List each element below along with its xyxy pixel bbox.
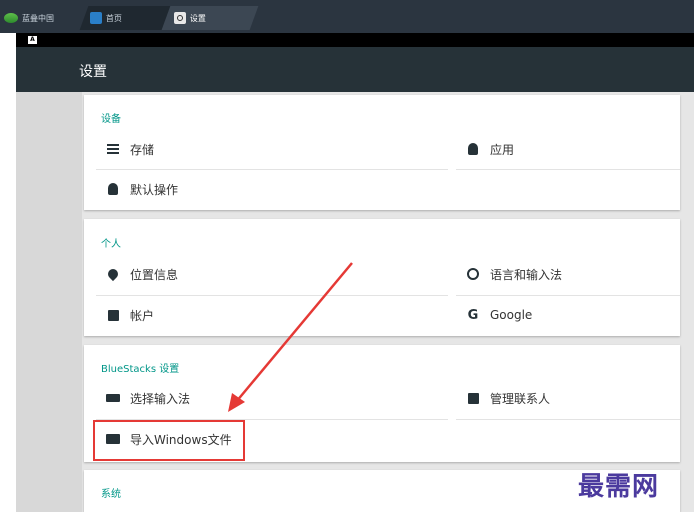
annotation-arrow xyxy=(228,262,353,412)
watermark: 最需网 xyxy=(578,472,660,502)
arrow-shaft xyxy=(235,262,353,403)
